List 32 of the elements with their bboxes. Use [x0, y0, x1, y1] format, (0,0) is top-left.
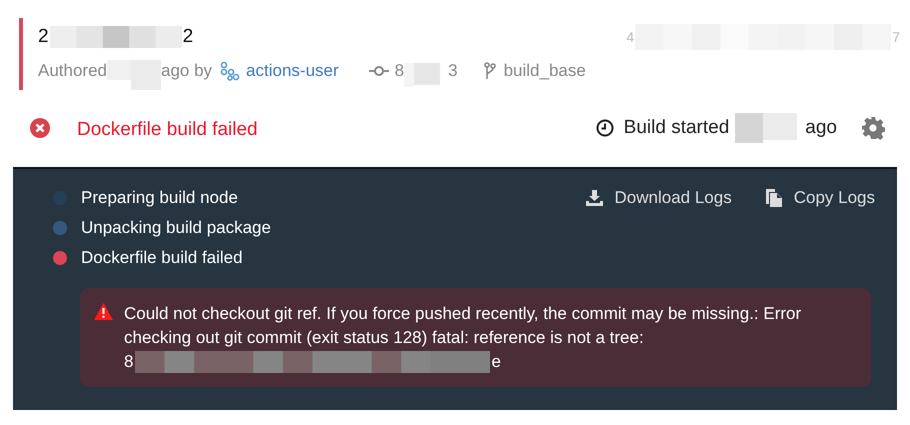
commit-ref: 8: [124, 351, 134, 373]
blurred-redaction: [404, 63, 440, 87]
commit-hash: 4: [626, 29, 634, 45]
step-label: Dockerfile build failed: [81, 248, 243, 268]
settings-icon[interactable]: [861, 116, 885, 140]
copy-icon: [766, 189, 782, 207]
commit-icon: [368, 65, 389, 77]
error-message: Could not checkout git ref. If you force pushed recently, the commit may be missing.: Error checking out git commit (exit status 128) fatal: reference is not a tree:: [124, 303, 802, 349]
actions-logo-icon: [220, 61, 240, 81]
error-icon: [30, 118, 50, 138]
commit-ref: 3: [448, 61, 458, 81]
copy-logs-button[interactable]: Copy Logs: [766, 183, 875, 213]
commit-title: 2: [38, 26, 49, 48]
build-started: ago: [805, 117, 837, 139]
commit-hash: 7: [892, 29, 900, 45]
commit-title: 2: [182, 26, 194, 48]
authored-label: Authored: [38, 61, 107, 81]
step-label: Preparing build node: [81, 188, 238, 208]
download-icon: [586, 190, 603, 206]
branch-icon: [484, 62, 496, 80]
clock-icon: [596, 119, 614, 137]
commit-ref: e: [491, 351, 501, 373]
authored-label: ago by: [161, 61, 212, 81]
step-label: Unpacking build package: [81, 218, 271, 238]
warning-icon: [94, 303, 113, 320]
build-started: Build started: [624, 117, 730, 139]
build-status: Dockerfile build failed: [77, 119, 258, 141]
blurred-redaction: [735, 113, 798, 143]
commit-ref: 8: [394, 61, 404, 81]
download-logs-button[interactable]: Download Logs: [586, 183, 732, 213]
branch-name: build_base: [504, 61, 586, 81]
author-link[interactable]: actions-user: [246, 61, 339, 81]
